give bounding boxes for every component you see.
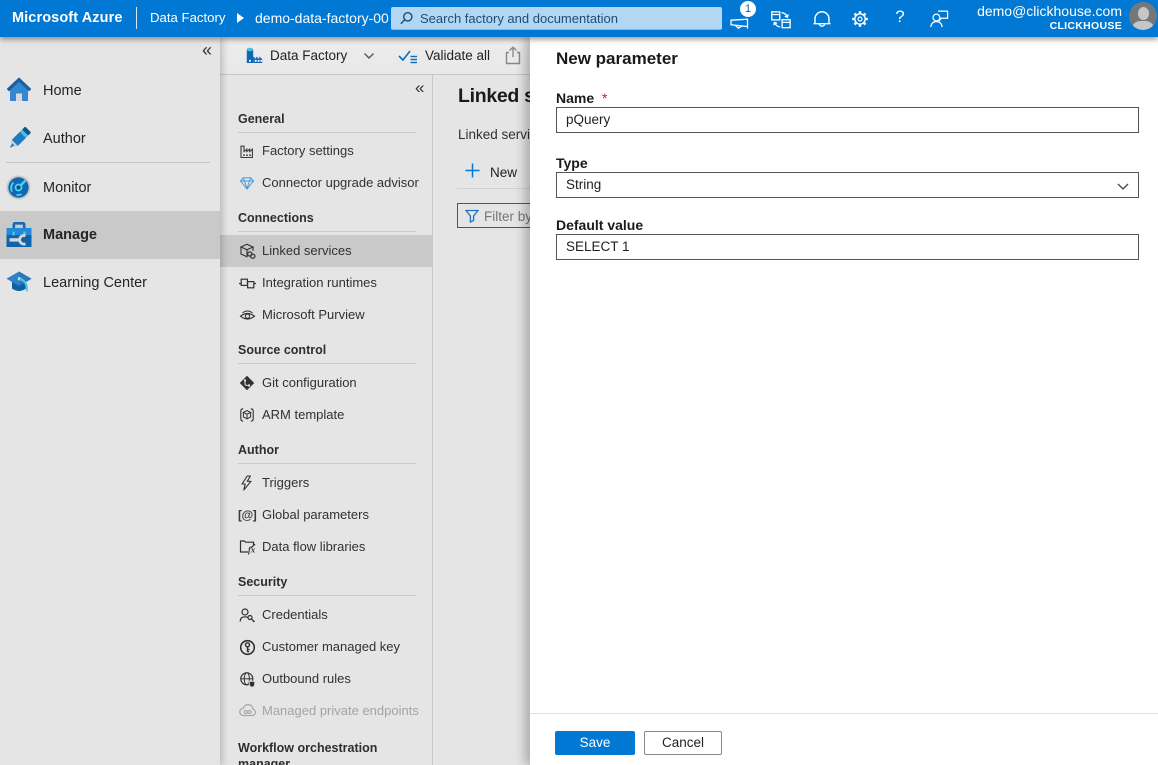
svg-text:fx: fx (248, 545, 256, 555)
